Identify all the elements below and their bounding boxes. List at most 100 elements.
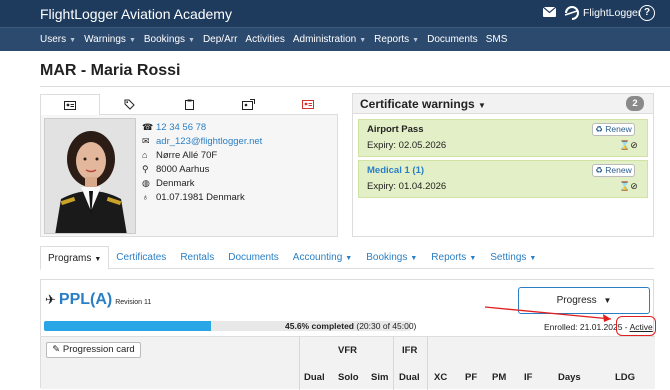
tab-id-badge[interactable] xyxy=(219,94,279,115)
renew-button[interactable]: ♻ Renew xyxy=(592,164,635,177)
column-header[interactable]: Solo xyxy=(338,372,359,383)
email-row[interactable]: ✉ adr_123@flightlogger.net xyxy=(142,134,262,148)
street-row: ⌂ Nørre Allé 70F xyxy=(142,148,262,162)
map-pin-icon: ⚲ xyxy=(142,163,149,174)
tab-accounting[interactable]: Accounting ▼ xyxy=(286,246,359,269)
edit-icon: ✎ xyxy=(52,344,61,355)
airplane-icon: ✈ xyxy=(45,292,56,307)
caret-down-icon: ▼ xyxy=(345,255,353,262)
cert-status-icons: ⌛⊘ xyxy=(619,140,638,151)
nav-item-dep-arr[interactable]: Dep/Arr xyxy=(203,28,245,52)
caret-down-icon: ▼ xyxy=(478,101,486,110)
phone-row[interactable]: ☎ 12 34 56 78 xyxy=(142,120,262,134)
cert-warning-airport-pass: Airport Pass Expiry: 02.05.2026 ♻ Renew … xyxy=(358,119,648,157)
program-title: ✈ PPL(A) Revision 11 xyxy=(45,291,151,309)
hourglass-icon: ⌛ xyxy=(619,140,631,150)
column-header[interactable]: LDG xyxy=(615,372,635,383)
annotation-arrow xyxy=(484,306,612,322)
column-header[interactable]: Dual xyxy=(304,372,325,383)
tab-id-card[interactable] xyxy=(40,94,100,116)
tab-clipboard[interactable] xyxy=(159,94,219,115)
nav-item-users[interactable]: Users ▼ xyxy=(40,28,84,52)
contact-details: ☎ 12 34 56 78 ✉ adr_123@flightlogger.net… xyxy=(142,120,262,204)
nav-item-administration[interactable]: Administration ▼ xyxy=(293,28,374,52)
cert-status-icons: ⌛⊘ xyxy=(619,181,638,192)
program-revision: Revision 11 xyxy=(115,299,152,306)
tab-bookings[interactable]: Bookings ▼ xyxy=(359,246,424,269)
column-divider xyxy=(299,337,300,390)
clipboard-icon xyxy=(184,99,194,110)
tab-settings[interactable]: Settings ▼ xyxy=(483,246,543,269)
cert-expiry: Expiry: 02.05.2026 xyxy=(367,140,447,151)
country-row: ◍ Denmark xyxy=(142,176,262,190)
academy-title[interactable]: FlightLogger Aviation Academy xyxy=(40,6,232,22)
street: Nørre Allé 70F xyxy=(156,149,218,161)
progress-table-header: ✎ Progression card VFR IFR Dual Solo Sim… xyxy=(41,336,655,390)
tab-red-id-card[interactable] xyxy=(278,94,338,115)
cert-name: Airport Pass xyxy=(367,124,424,135)
tab-reports[interactable]: Reports ▼ xyxy=(424,246,483,269)
column-header[interactable]: Dual xyxy=(399,372,420,383)
profile-photo xyxy=(44,118,136,234)
warning-count-badge: 2 xyxy=(626,96,644,111)
phone-number[interactable]: 12 34 56 78 xyxy=(156,122,206,133)
column-divider xyxy=(393,337,394,390)
red-id-card-icon xyxy=(302,100,315,109)
birth-date: 01.07.1981 Denmark xyxy=(156,191,245,203)
tab-documents[interactable]: Documents xyxy=(221,246,286,269)
envelope-icon: ✉ xyxy=(142,135,150,146)
city: 8000 Aarhus xyxy=(156,163,210,175)
recycle-icon: ♻ xyxy=(595,165,603,175)
column-header[interactable]: PF xyxy=(465,372,477,383)
program-panel: ✈ PPL(A) Revision 11 Progress ▼ 45.6% co… xyxy=(40,279,656,390)
column-header[interactable]: XC xyxy=(434,372,447,383)
cert-warning-medical: Medical 1 (1) Expiry: 01.04.2026 ♻ Renew… xyxy=(358,160,648,198)
caret-down-icon: ▼ xyxy=(69,37,77,44)
caret-down-icon: ▼ xyxy=(359,37,367,44)
logo-text: FlightLogger xyxy=(583,7,642,19)
caret-down-icon: ▼ xyxy=(469,255,477,262)
tab-rentals[interactable]: Rentals xyxy=(173,246,221,269)
caret-down-icon: ▼ xyxy=(529,255,537,262)
main-tabs: Programs ▼ Certificates Rentals Documents Acc… xyxy=(40,246,654,270)
program-name[interactable]: PPL(A) xyxy=(59,291,112,309)
profile-card: ☎ 12 34 56 78 ✉ adr_123@flightlogger.net… xyxy=(40,115,338,237)
nav-item-activities[interactable]: Activities xyxy=(245,28,292,52)
progression-card-button[interactable]: ✎ Progression card xyxy=(46,342,141,358)
divider xyxy=(40,86,670,87)
page-title: MAR - Maria Rossi xyxy=(40,62,181,79)
column-header[interactable]: PM xyxy=(492,372,506,383)
nav-item-bookings[interactable]: Bookings ▼ xyxy=(144,28,203,52)
tab-tags[interactable] xyxy=(100,94,160,115)
tab-certificates[interactable]: Certificates xyxy=(109,246,173,269)
renew-button[interactable]: ♻ Renew xyxy=(592,123,635,136)
id-badge-icon xyxy=(242,99,256,110)
caret-down-icon: ▼ xyxy=(412,37,420,44)
mail-icon[interactable] xyxy=(543,7,556,17)
column-divider xyxy=(427,337,428,390)
column-header[interactable]: IF xyxy=(524,372,532,383)
caret-down-icon: ▼ xyxy=(188,37,195,44)
nav-item-reports[interactable]: Reports ▼ xyxy=(374,28,427,52)
nav-item-warnings[interactable]: Warnings ▼ xyxy=(84,28,144,52)
city-row: ⚲ 8000 Aarhus xyxy=(142,162,262,176)
tab-programs[interactable]: Programs ▼ xyxy=(40,246,110,270)
nav-item-sms[interactable]: SMS xyxy=(486,28,516,52)
column-header[interactable]: Days xyxy=(558,372,581,383)
recycle-icon: ♻ xyxy=(595,124,603,134)
hourglass-icon: ⌛ xyxy=(619,181,631,191)
column-header[interactable]: Sim xyxy=(371,372,388,383)
cert-name-link[interactable]: Medical 1 (1) xyxy=(367,165,424,176)
pilot-portrait-image xyxy=(45,119,135,233)
certificate-warnings-header[interactable]: Certificate warnings ▼ 2 xyxy=(353,94,653,114)
email-address[interactable]: adr_123@flightlogger.net xyxy=(156,136,262,147)
certificate-warnings-title[interactable]: Certificate warnings ▼ xyxy=(360,97,486,111)
cert-expiry: Expiry: 01.04.2026 xyxy=(367,181,447,192)
caret-down-icon: ▼ xyxy=(128,37,136,44)
nav-item-documents[interactable]: Documents xyxy=(427,28,486,52)
ban-icon: ⊘ xyxy=(630,181,638,191)
country: Denmark xyxy=(156,177,195,189)
flightlogger-logo[interactable]: FlightLogger xyxy=(563,4,641,22)
help-icon[interactable]: ? xyxy=(639,5,655,21)
caret-down-icon: ▼ xyxy=(410,255,418,262)
